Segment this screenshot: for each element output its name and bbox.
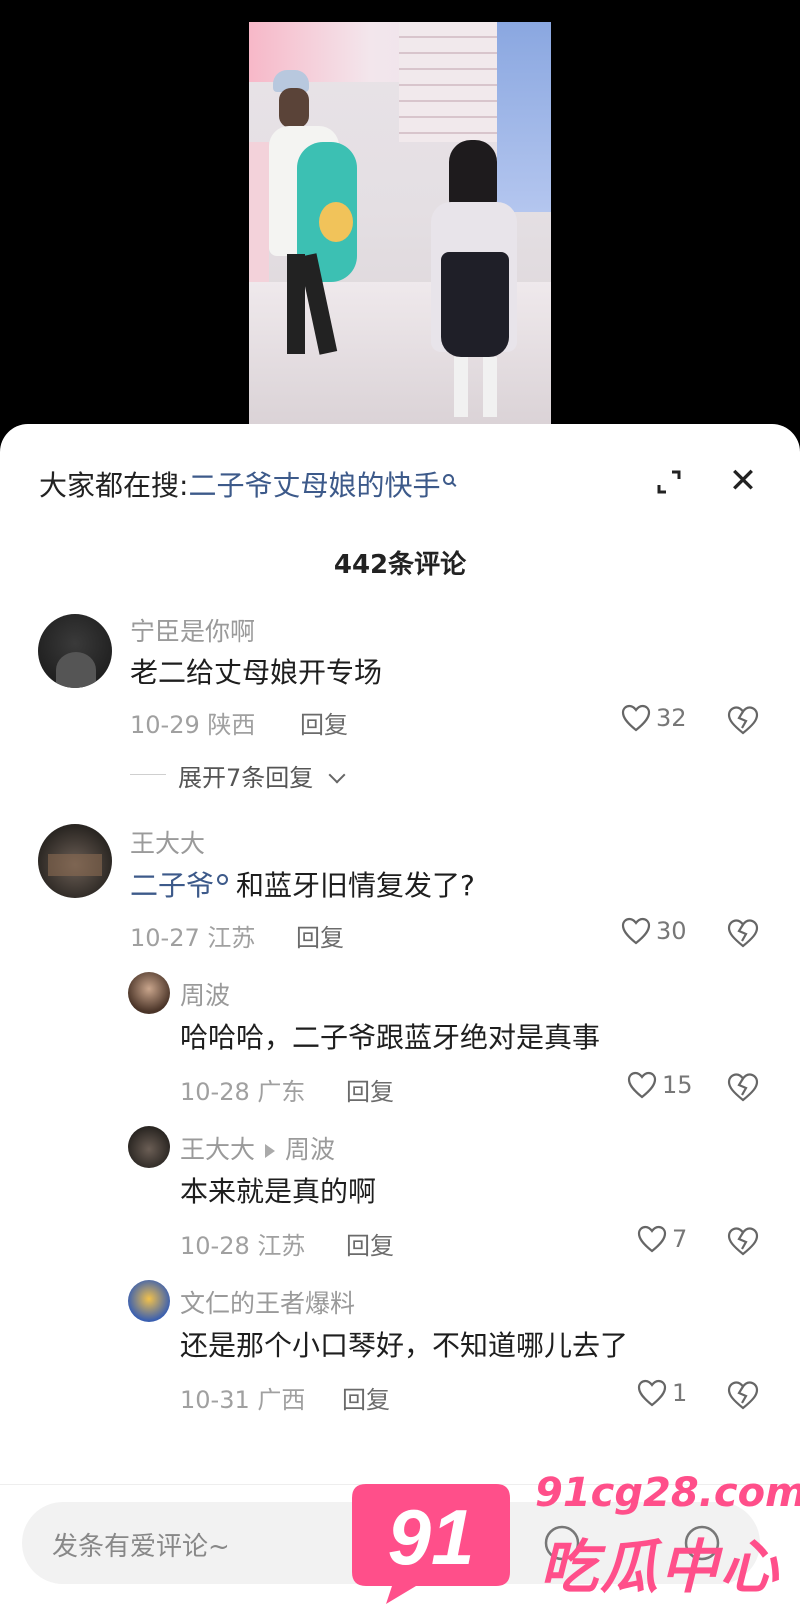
expand-replies-button[interactable]: 展开7条回复 <box>178 758 346 793</box>
like-count: 15 <box>662 1071 693 1099</box>
expand-icon[interactable] <box>655 468 683 496</box>
reply-location: 江苏 <box>257 1232 306 1260</box>
reply-to-user[interactable]: 周波 <box>285 1135 335 1164</box>
like-button[interactable]: 7 <box>636 1224 687 1254</box>
like-button[interactable]: 32 <box>620 703 687 733</box>
avatar[interactable] <box>38 824 112 898</box>
dislike-icon[interactable] <box>726 1070 760 1104</box>
dislike-icon[interactable] <box>726 703 760 737</box>
trending-search-prefix: 大家都在搜: <box>39 469 189 502</box>
dislike-icon[interactable] <box>726 1224 760 1258</box>
comment-location: 陕西 <box>207 711 256 739</box>
reply-meta: 10-28 广东 <box>180 1072 305 1107</box>
heart-icon <box>627 1071 657 1099</box>
comment-username[interactable]: 宁臣是你啊 <box>130 612 255 648</box>
reply-button[interactable]: 回复 <box>346 1072 394 1107</box>
like-count: 32 <box>656 704 687 732</box>
comment-text: 二子爷 和蓝牙旧情复发了? <box>130 864 475 904</box>
heart-icon <box>637 1225 667 1253</box>
comment-meta: 10-27 江苏 <box>130 918 255 953</box>
reply-meta: 10-31 广西 <box>180 1380 305 1415</box>
watermark-text: 吃瓜中心 <box>540 1533 781 1601</box>
heart-icon <box>621 704 651 732</box>
comment-date: 10-27 <box>130 924 200 952</box>
comment-username[interactable]: 王大大 <box>130 824 205 860</box>
like-button[interactable]: 1 <box>636 1378 687 1408</box>
comment-body: 和蓝牙旧情复发了? <box>236 869 475 902</box>
reply-button[interactable]: 回复 <box>296 918 344 953</box>
reply-to-arrow-icon <box>265 1144 276 1158</box>
expand-replies-label: 展开7条回复 <box>178 764 314 792</box>
reply-username[interactable]: 周波 <box>180 976 230 1012</box>
avatar[interactable] <box>128 1126 170 1168</box>
reply-button[interactable]: 回复 <box>300 705 348 740</box>
watermark-logo: 91 <box>352 1484 510 1604</box>
mention-link[interactable]: 二子爷 <box>130 869 214 902</box>
like-button[interactable]: 15 <box>626 1070 693 1100</box>
reply-date: 10-28 <box>180 1078 250 1106</box>
trending-search[interactable]: 大家都在搜:二子爷丈母娘的快手 <box>39 464 455 504</box>
avatar[interactable] <box>38 614 112 688</box>
dislike-icon[interactable] <box>726 916 760 950</box>
reply-username[interactable]: 王大大 周波 <box>180 1130 335 1166</box>
dislike-icon[interactable] <box>726 1378 760 1412</box>
reply-button[interactable]: 回复 <box>346 1226 394 1261</box>
reply-meta: 10-28 江苏 <box>180 1226 305 1261</box>
comment-location: 江苏 <box>207 924 256 952</box>
like-count: 7 <box>672 1225 688 1253</box>
avatar[interactable] <box>128 972 170 1014</box>
heart-icon <box>621 917 651 945</box>
reply-date: 10-31 <box>180 1386 250 1414</box>
video-player[interactable] <box>0 0 800 442</box>
heart-icon <box>637 1379 667 1407</box>
avatar[interactable] <box>128 1280 170 1322</box>
comment-sheet: 大家都在搜:二子爷丈母娘的快手 ✕ 442条评论 宁臣是你啊 老二给丈母娘开专场… <box>0 424 800 1621</box>
watermark-badge-text: 91 <box>388 1493 475 1581</box>
trending-search-term[interactable]: 二子爷丈母娘的快手 <box>188 469 440 502</box>
like-count: 1 <box>672 1379 688 1407</box>
close-icon[interactable]: ✕ <box>728 464 758 498</box>
comment-meta: 10-29 陕西 <box>130 705 255 740</box>
watermark-url: 91cg28.com <box>535 1470 800 1516</box>
search-icon <box>443 474 455 485</box>
comment-input-placeholder: 发条有爱评论~ <box>52 1532 230 1562</box>
chevron-down-icon <box>328 766 346 784</box>
like-count: 30 <box>656 917 687 945</box>
comment-text: 老二给丈母娘开专场 <box>130 656 383 689</box>
search-icon <box>217 874 229 885</box>
like-button[interactable]: 30 <box>620 916 687 946</box>
reply-text: 哈哈哈，二子爷跟蓝牙绝对是真事 <box>180 1021 601 1054</box>
comment-date: 10-29 <box>130 711 200 739</box>
expand-divider <box>130 774 166 775</box>
reply-username[interactable]: 文仁的王者爆料 <box>180 1284 355 1320</box>
reply-date: 10-28 <box>180 1232 250 1260</box>
video-frame[interactable] <box>249 22 551 442</box>
reply-text: 本来就是真的啊 <box>180 1175 377 1208</box>
reply-author: 王大大 <box>180 1135 256 1164</box>
comment-count: 442条评论 <box>333 550 467 580</box>
reply-text: 还是那个小口琴好，不知道哪儿去了 <box>180 1329 629 1362</box>
reply-button[interactable]: 回复 <box>342 1380 390 1415</box>
reply-location: 广东 <box>257 1078 306 1106</box>
reply-location: 广西 <box>257 1386 306 1414</box>
